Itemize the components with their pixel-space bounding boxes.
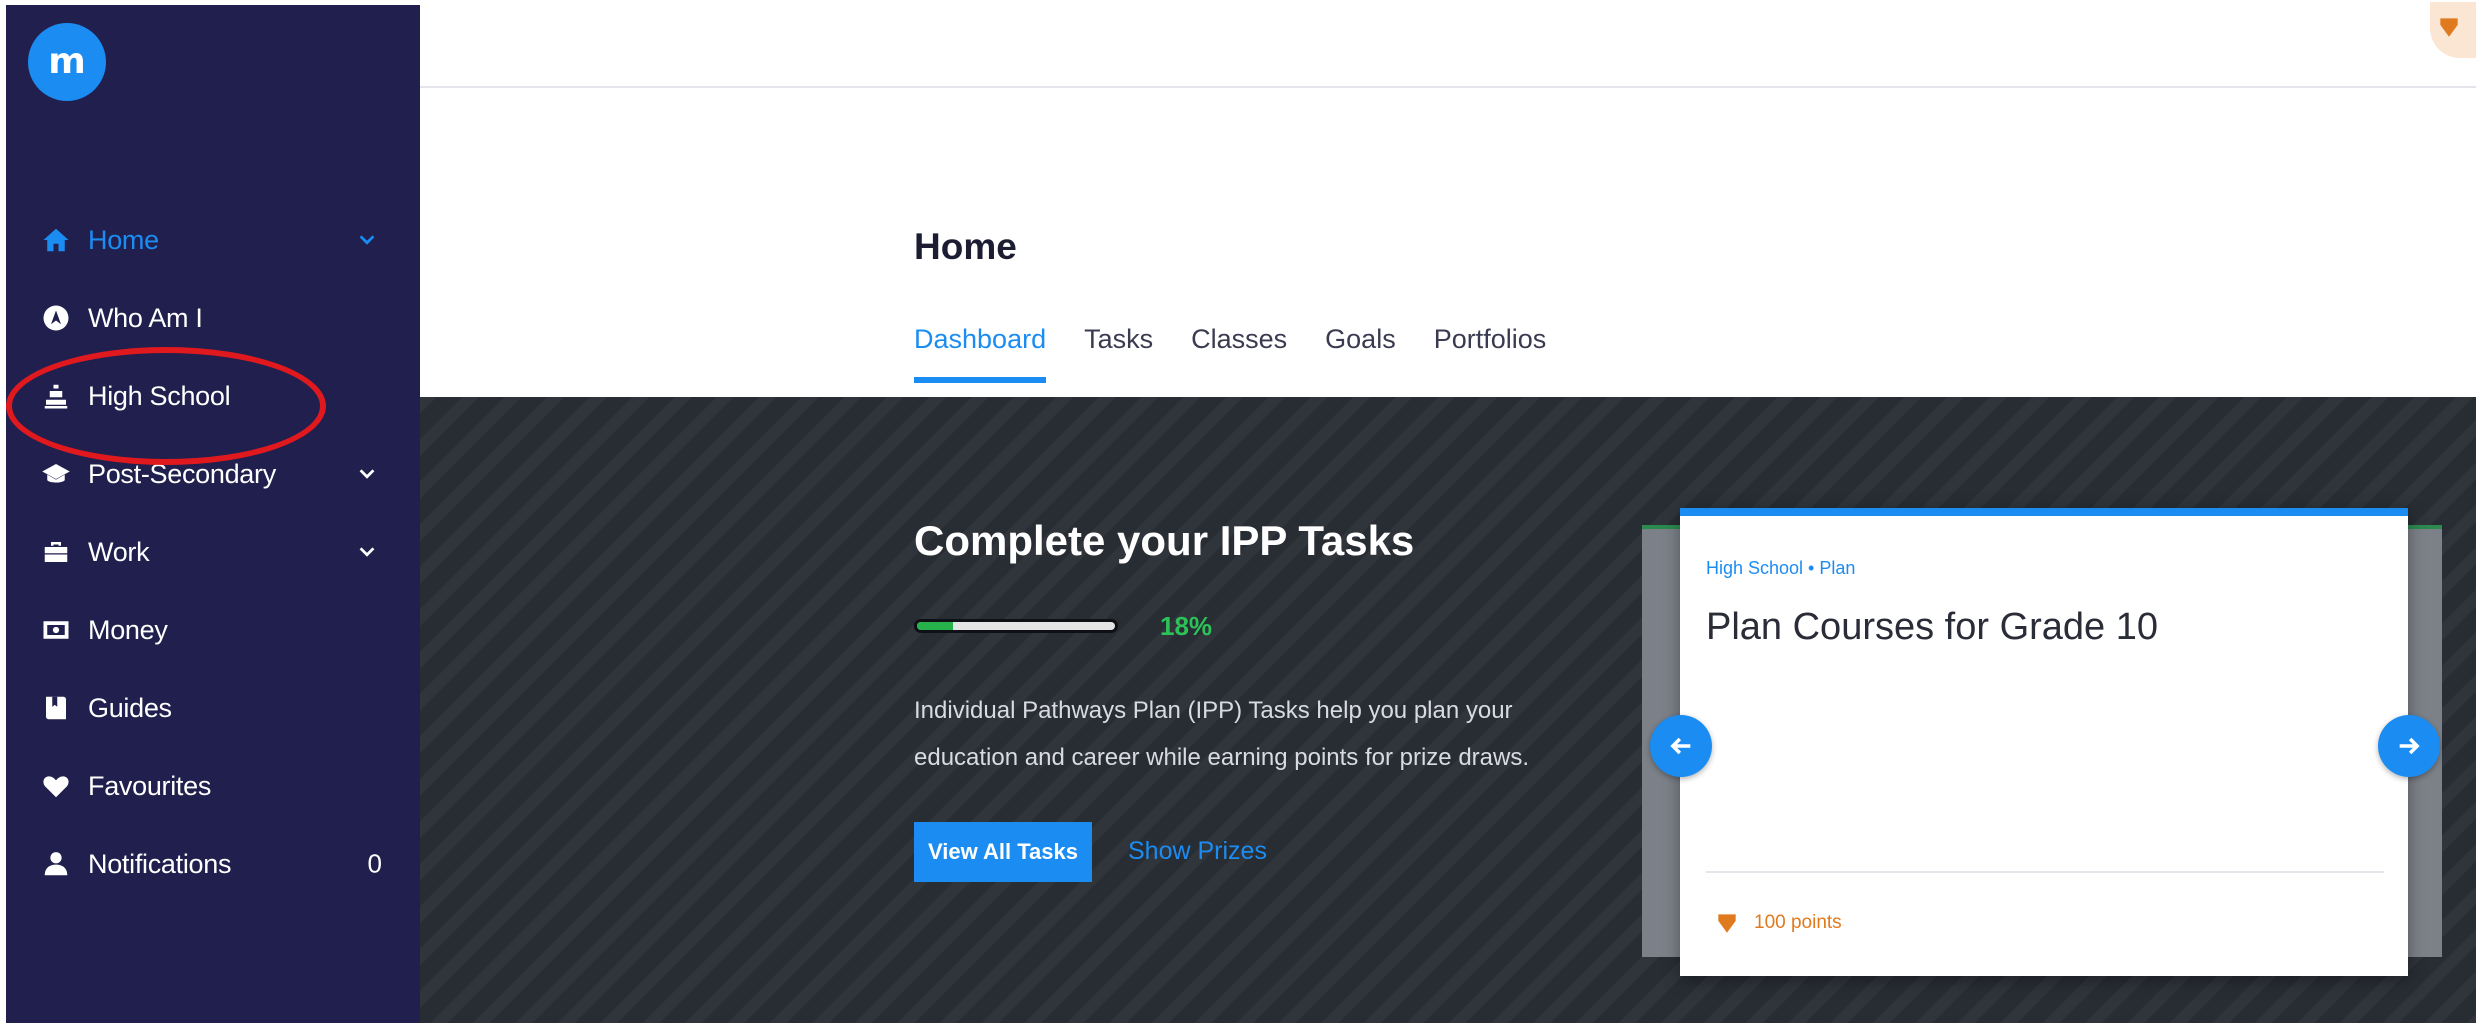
- tab-classes[interactable]: Classes: [1191, 324, 1287, 383]
- bell-icon: [40, 848, 72, 880]
- sidebar-item-notifications[interactable]: Notifications 0: [6, 825, 420, 903]
- task-card[interactable]: High School • Plan Plan Courses for Grad…: [1680, 508, 2408, 976]
- book-icon: [40, 692, 72, 724]
- sidebar-item-label: Who Am I: [88, 302, 203, 333]
- chevron-down-icon[interactable]: [356, 541, 378, 563]
- notification-count: 0: [367, 848, 382, 879]
- banner-description: Individual Pathways Plan (IPP) Tasks hel…: [914, 697, 1530, 771]
- points-badge[interactable]: [2430, 2, 2476, 58]
- school-bell-icon: [40, 380, 72, 412]
- tab-portfolios[interactable]: Portfolios: [1434, 324, 1547, 383]
- arrow-right-icon: [2399, 737, 2420, 755]
- sidebar-item-label: Home: [88, 224, 159, 255]
- sidebar-item-work[interactable]: Work: [6, 513, 420, 591]
- card-divider: [1706, 871, 2384, 873]
- top-bar: [420, 0, 2476, 88]
- sidebar-item-post-secondary[interactable]: Post-Secondary: [6, 435, 420, 513]
- sidebar-item-label: Notifications: [88, 848, 232, 879]
- money-icon: [40, 614, 72, 646]
- briefcase-icon: [40, 536, 72, 568]
- sidebar-item-favourites[interactable]: Favourites: [6, 747, 420, 825]
- sidebar-item-guides[interactable]: Guides: [6, 669, 420, 747]
- tab-dashboard[interactable]: Dashboard: [914, 324, 1047, 383]
- view-all-tasks-button[interactable]: View All Tasks: [914, 822, 1092, 882]
- chevron-down-icon[interactable]: [356, 229, 378, 251]
- sidebar-item-home[interactable]: Home: [6, 201, 420, 279]
- card-points: 100 points: [1714, 910, 1842, 936]
- sidebar-item-label: Favourites: [88, 770, 212, 801]
- sidebar-item-high-school[interactable]: High School: [6, 357, 420, 435]
- app-root: m Home Who Am I High School Post-Seconda…: [0, 0, 2476, 1023]
- sidebar: m Home Who Am I High School Post-Seconda…: [6, 5, 420, 1023]
- card-title[interactable]: Plan Courses for Grade 10: [1706, 606, 2158, 649]
- carousel-prev-button[interactable]: [1650, 715, 1712, 777]
- show-prizes-link[interactable]: Show Prizes: [1128, 837, 1267, 866]
- points-icon: [2440, 18, 2458, 37]
- ipp-banner: Complete your IPP Tasks 18% Individual P…: [420, 397, 2476, 1023]
- chevron-down-icon[interactable]: [356, 463, 378, 485]
- compass-icon: [40, 302, 72, 334]
- app-logo[interactable]: m: [28, 23, 106, 101]
- banner-title: Complete your IPP Tasks: [914, 517, 1415, 564]
- heart-icon: [40, 770, 72, 802]
- graduation-cap-icon: [40, 458, 72, 490]
- progress-track-inner: [917, 622, 1115, 630]
- tab-bar: Dashboard Tasks Classes Goals Portfolios: [914, 324, 1584, 383]
- carousel-next-button[interactable]: [2378, 715, 2440, 777]
- home-icon: [40, 224, 72, 256]
- sidebar-item-label: Work: [88, 536, 150, 567]
- logo-mark: m: [48, 41, 86, 82]
- sidebar-item-label: High School: [88, 380, 231, 411]
- points-icon: [1718, 914, 1736, 933]
- progress-bar: [914, 619, 1118, 633]
- sidebar-item-label: Money: [88, 614, 168, 645]
- progress-percent: 18%: [1160, 611, 1213, 641]
- tab-tasks[interactable]: Tasks: [1084, 324, 1153, 383]
- card-breadcrumb[interactable]: High School • Plan: [1706, 558, 1855, 579]
- arrow-left-icon: [1670, 737, 1691, 755]
- points-label: 100 points: [1754, 912, 1842, 933]
- sidebar-item-money[interactable]: Money: [6, 591, 420, 669]
- sidebar-item-label: Post-Secondary: [88, 458, 276, 489]
- page-title: Home: [914, 226, 1017, 267]
- progress-fill: [917, 622, 953, 630]
- sidebar-item-label: Guides: [88, 692, 172, 723]
- tab-goals[interactable]: Goals: [1325, 324, 1396, 383]
- sidebar-item-who-am-i[interactable]: Who Am I: [6, 279, 420, 357]
- sidebar-nav: Home Who Am I High School Post-Secondary…: [6, 201, 420, 903]
